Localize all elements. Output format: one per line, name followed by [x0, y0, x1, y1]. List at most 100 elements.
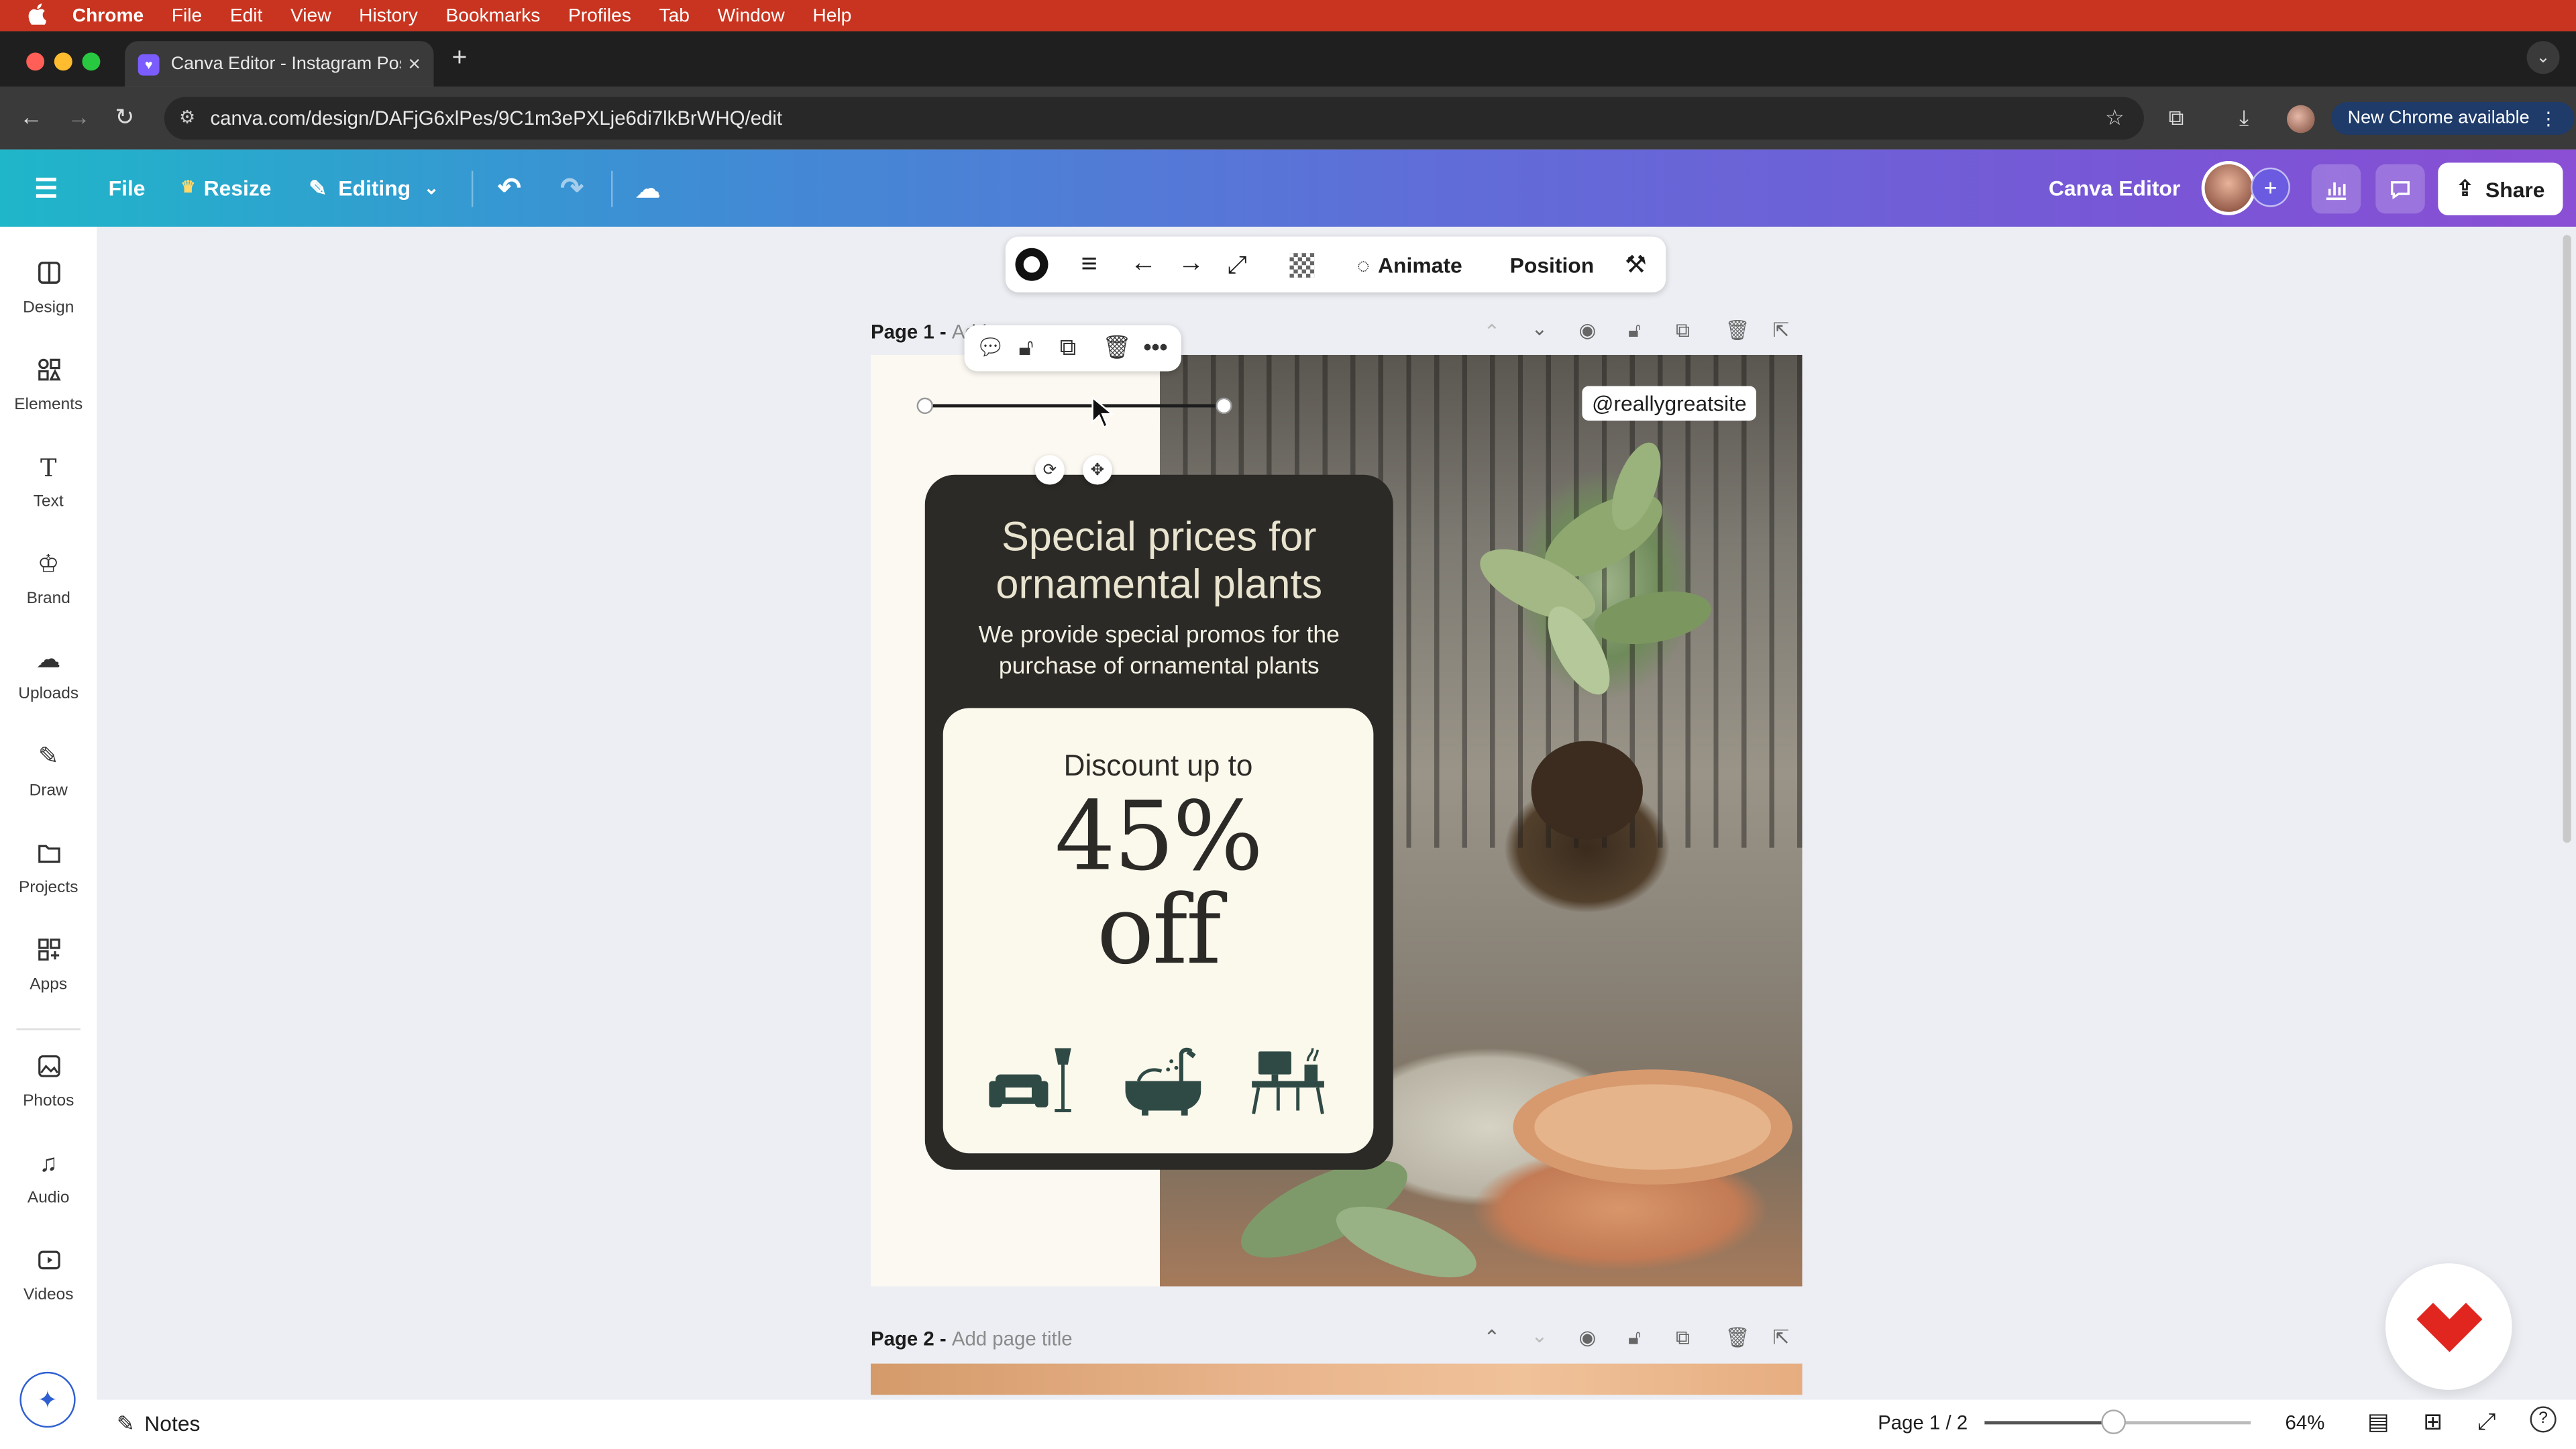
desk-computer-icon[interactable] [1248, 1045, 1334, 1118]
add-comment-icon[interactable]: 💬︎ [976, 333, 1006, 362]
reload-icon[interactable]: ↻ [115, 103, 134, 131]
share-button[interactable]: ⇪ Share [2438, 162, 2563, 215]
menu-bookmarks[interactable]: Bookmarks [445, 6, 540, 25]
sidebar-item-brand[interactable]: ♔ Brand [0, 550, 97, 608]
bathtub-shower-icon[interactable] [1122, 1045, 1208, 1118]
fullscreen-icon[interactable]: ⤢ [2477, 1408, 2496, 1436]
delete-page-icon[interactable]: 🗑︎ [1725, 319, 1750, 341]
delete-page-icon[interactable]: 🗑︎ [1725, 1326, 1750, 1348]
cloud-saved-icon[interactable]: ☁ [636, 150, 661, 227]
sidebar-item-videos[interactable]: Videos [0, 1247, 97, 1305]
assistant-fab-button[interactable] [2385, 1263, 2512, 1390]
thumbnail-view-icon[interactable]: ⊞ [2423, 1408, 2443, 1436]
promo-subtitle[interactable]: We provide special promos for the purcha… [925, 621, 1393, 684]
menu-view[interactable]: View [290, 6, 331, 25]
window-zoom-button[interactable] [82, 52, 101, 71]
undo-icon[interactable]: ↶ [498, 150, 521, 227]
position-button[interactable]: Position [1510, 237, 1595, 292]
editing-mode-dropdown[interactable]: ✎ Editing ⌄ [309, 150, 439, 227]
add-page-icon[interactable]: ⇱ [1772, 319, 1789, 341]
window-minimize-button[interactable] [54, 52, 72, 71]
menu-history[interactable]: History [359, 6, 418, 25]
hide-page-icon[interactable]: ◉ [1578, 1326, 1596, 1348]
duplicate-page-icon[interactable]: ⧉ [1676, 1326, 1690, 1350]
zoom-slider-knob[interactable] [2102, 1409, 2127, 1434]
line-end-handle[interactable] [1216, 397, 1232, 415]
move-icon[interactable]: ✥ [1082, 455, 1112, 485]
back-arrow-icon[interactable]: ← [19, 103, 42, 129]
tab-search-chevron-icon[interactable]: ⌄ [2526, 41, 2560, 74]
add-page-icon[interactable]: ⇱ [1772, 1326, 1789, 1348]
comment-icon[interactable] [2375, 164, 2425, 214]
line-color-swatch[interactable] [1016, 237, 1047, 292]
sidebar-item-design[interactable]: Design [0, 260, 97, 317]
page-move-down-icon[interactable]: ⌄ [1531, 1324, 1548, 1347]
page-move-down-icon[interactable]: ⌄ [1531, 317, 1548, 340]
site-info-icon[interactable]: ⚙ [179, 107, 195, 128]
menu-profiles[interactable]: Profiles [568, 6, 631, 25]
promo-card[interactable]: Special prices for ornamental plants We … [924, 474, 1393, 1170]
sidebar-item-apps[interactable]: Apps [0, 936, 97, 994]
sidebar-item-audio[interactable]: ♫ Audio [0, 1150, 97, 1208]
line-type-icon[interactable]: ⤢ [1227, 237, 1246, 292]
user-avatar[interactable] [2201, 161, 2256, 215]
new-chrome-available-button[interactable]: New Chrome available ⋮ [2331, 101, 2574, 135]
sidebar-item-elements[interactable]: Elements [0, 356, 97, 414]
line-weight-icon[interactable]: ≡ [1081, 237, 1097, 292]
bookmark-star-icon[interactable]: ☆ [2105, 105, 2125, 131]
animate-button[interactable]: ◌ Animate [1357, 237, 1462, 292]
extensions-icon[interactable]: ⧉ [2169, 105, 2184, 131]
design-page-2[interactable] [870, 1363, 1803, 1395]
sidebar-item-draw[interactable]: ✎ Draw [0, 743, 97, 800]
line-end-arrow-icon[interactable]: → [1178, 237, 1204, 292]
new-tab-icon[interactable]: + [451, 44, 467, 74]
social-handle-label[interactable]: @reallygreatsite [1582, 386, 1757, 421]
design-page-1[interactable]: @reallygreatsite Special prices for orna… [870, 354, 1803, 1287]
lock-page-icon[interactable]: 🔓︎ [1628, 1326, 1641, 1350]
rotate-icon[interactable]: ⟳ [1034, 455, 1065, 485]
notes-button[interactable]: ✎ Notes [117, 1411, 201, 1438]
help-icon[interactable]: ? [2530, 1406, 2557, 1433]
line-start-handle[interactable] [916, 397, 934, 415]
menu-chrome[interactable]: Chrome [72, 6, 144, 25]
copy-style-paint-roller-icon[interactable]: ⚒ [1625, 237, 1647, 292]
discount-intro[interactable]: Discount up to [943, 749, 1374, 784]
transparency-icon[interactable] [1289, 237, 1315, 292]
magic-sparkle-icon[interactable]: ✦ [19, 1371, 76, 1428]
sidebar-item-projects[interactable]: Projects [0, 839, 97, 897]
browser-tab-active[interactable]: ♥ Canva Editor - Instagram Pos × [125, 41, 434, 87]
tab-close-icon[interactable]: × [408, 51, 421, 76]
page-move-up-icon[interactable]: ⌃ [1483, 1326, 1500, 1348]
discount-value[interactable]: 45% off [943, 789, 1374, 978]
armchair-lamp-icon[interactable] [989, 1045, 1074, 1118]
sidebar-item-uploads[interactable]: ☁ Uploads [0, 645, 97, 703]
address-bar[interactable]: ⚙ canva.com/design/DAFjG6xlPes/9C1m3ePXL… [164, 97, 2144, 140]
menu-help[interactable]: Help [812, 6, 851, 25]
hamburger-menu-icon[interactable]: ☰ [34, 150, 58, 227]
hide-page-icon[interactable]: ◉ [1578, 319, 1596, 341]
menu-edit[interactable]: Edit [230, 6, 263, 25]
duplicate-element-icon[interactable]: ⧉ [1060, 333, 1076, 362]
insights-chart-icon[interactable] [2311, 164, 2361, 214]
apple-icon[interactable] [28, 3, 51, 29]
promo-title[interactable]: Special prices for ornamental plants [925, 515, 1393, 610]
menu-file[interactable]: File [172, 6, 202, 25]
selected-line-element[interactable] [924, 404, 1224, 408]
lock-page-icon[interactable]: 🔓︎ [1628, 319, 1641, 343]
page-indicator[interactable]: Page 1 / 2 [1878, 1411, 1968, 1434]
sidebar-item-text[interactable]: T Text [0, 453, 97, 511]
page2-label[interactable]: Page 2 - Add page title [871, 1328, 1073, 1350]
grid-view-icon[interactable]: ▤ [2367, 1408, 2389, 1436]
discount-card[interactable]: Discount up to 45% off [943, 708, 1374, 1154]
lock-element-icon[interactable]: 🔓︎ [1018, 333, 1033, 362]
duplicate-page-icon[interactable]: ⧉ [1676, 319, 1690, 343]
chrome-profile-avatar[interactable] [2287, 105, 2315, 133]
zoom-percentage[interactable]: 64% [2286, 1411, 2325, 1434]
page2-title-input[interactable]: Add page title [952, 1328, 1073, 1350]
window-close-button[interactable] [26, 52, 45, 71]
line-start-arrow-icon[interactable]: ← [1130, 237, 1157, 292]
menu-tab[interactable]: Tab [659, 6, 690, 25]
redo-icon[interactable]: ↷ [560, 150, 584, 227]
delete-element-icon[interactable]: 🗑︎ [1102, 333, 1132, 362]
menu-window[interactable]: Window [718, 6, 785, 25]
